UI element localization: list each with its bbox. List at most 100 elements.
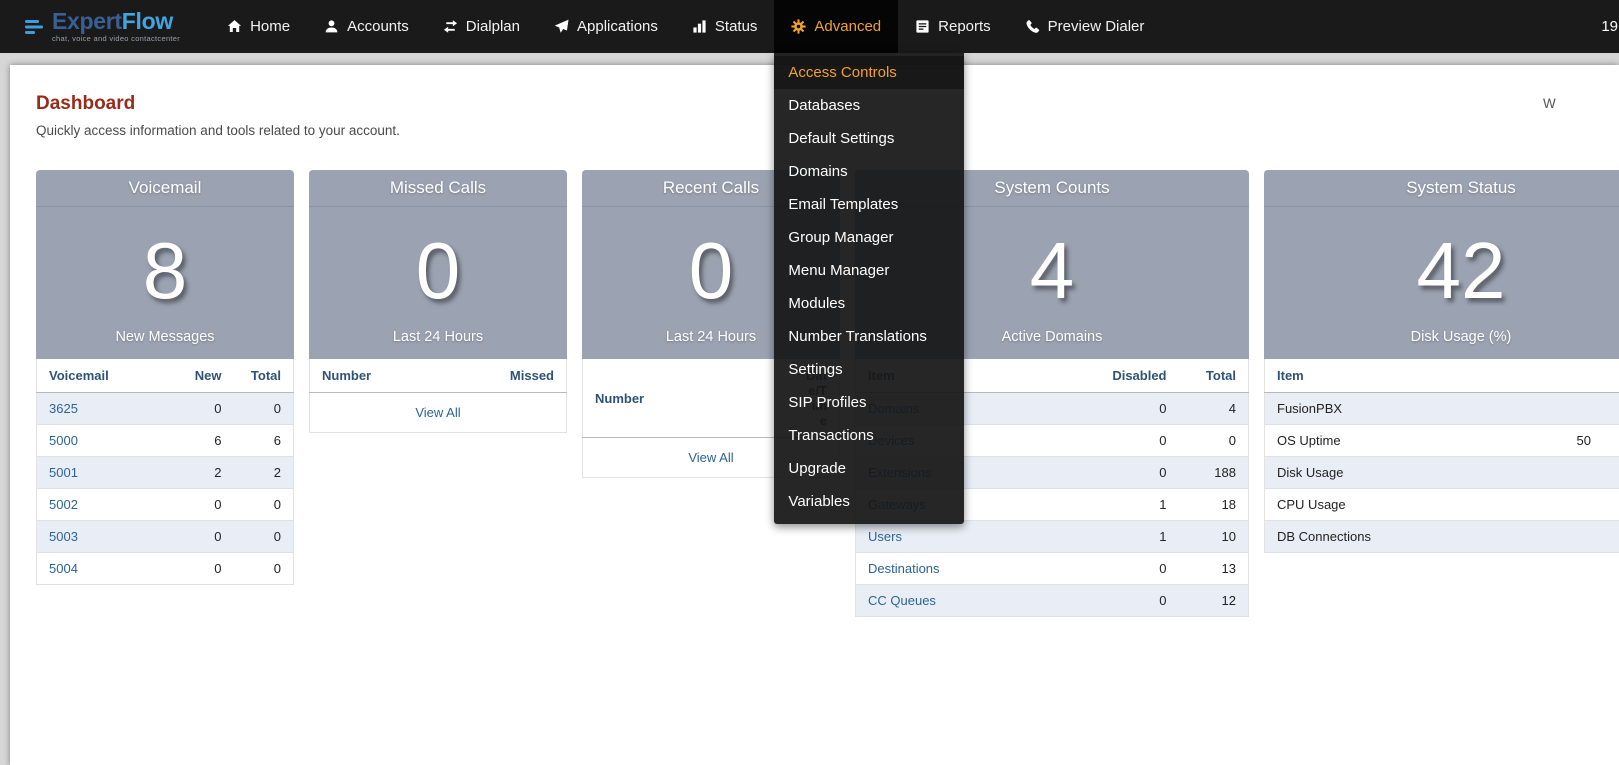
voicemail-table: Voicemail New Total 362500 500066 500122… <box>36 359 294 585</box>
status-item: FusionPBX <box>1265 393 1565 425</box>
voicemail-extension-link[interactable]: 3625 <box>49 401 78 416</box>
count-item-link[interactable]: Users <box>868 529 902 544</box>
table-row: OS Uptime50 <box>1265 425 1619 457</box>
view-all-link[interactable]: View All <box>415 405 460 420</box>
status-item: CPU Usage <box>1265 489 1565 521</box>
menu-item-domains[interactable]: Domains <box>774 155 964 188</box>
cell-total: 188 <box>1179 457 1249 489</box>
menu-item-menu-manager[interactable]: Menu Manager <box>774 254 964 287</box>
status-item: Disk Usage <box>1265 457 1565 489</box>
menu-item-access-controls[interactable]: Access Controls <box>774 56 964 89</box>
col-new: New <box>178 359 234 393</box>
table-row: FusionPBX <box>1265 393 1619 425</box>
nav-label: Status <box>715 18 758 35</box>
transfer-arrows-icon <box>443 19 458 34</box>
menu-item-variables[interactable]: Variables <box>774 485 964 518</box>
voicemail-extension-link[interactable]: 5001 <box>49 465 78 480</box>
welcome-text: W <box>1543 96 1556 111</box>
voicemail-extension-link[interactable]: 5003 <box>49 529 78 544</box>
menu-item-sip-profiles[interactable]: SIP Profiles <box>774 386 964 419</box>
menu-item-databases[interactable]: Databases <box>774 89 964 122</box>
nav-item-applications[interactable]: Applications <box>537 0 675 53</box>
nav-item-home[interactable]: Home <box>210 0 307 53</box>
home-icon <box>227 19 242 34</box>
menu-item-email-templates[interactable]: Email Templates <box>774 188 964 221</box>
cell-total: 0 <box>234 489 294 521</box>
nav-label: Dialplan <box>466 18 520 35</box>
cell-total: 0 <box>234 393 294 425</box>
table-header-row: Item <box>1265 359 1619 393</box>
cell-total: 12 <box>1179 585 1249 617</box>
system-status-stat-label: Disk Usage (%) <box>1264 329 1619 345</box>
cell-disabled: 0 <box>1071 457 1179 489</box>
missed-calls-count: 0 <box>309 215 567 327</box>
paper-plane-icon <box>554 19 569 34</box>
status-value <box>1565 393 1619 425</box>
table-row: 500400 <box>37 553 294 585</box>
phone-icon <box>1025 19 1040 34</box>
nav-label: Advanced <box>814 18 881 35</box>
system-status-table: Item FusionPBX OS Uptime50 Disk Usage CP… <box>1264 359 1619 553</box>
nav-label: Accounts <box>347 18 409 35</box>
col-disabled: Disabled <box>1071 359 1179 393</box>
cell-new: 0 <box>178 521 234 553</box>
nav-label: Reports <box>938 18 991 35</box>
missed-calls-card-title: Missed Calls <box>309 170 567 207</box>
cell-total: 0 <box>234 521 294 553</box>
voicemail-extension-link[interactable]: 5002 <box>49 497 78 512</box>
count-item-link[interactable]: Destinations <box>868 561 940 576</box>
cell-total: 18 <box>1179 489 1249 521</box>
nav-label: Applications <box>577 18 658 35</box>
status-value <box>1565 489 1619 521</box>
col-voicemail: Voicemail <box>37 359 178 393</box>
voicemail-extension-link[interactable]: 5004 <box>49 561 78 576</box>
cell-disabled: 0 <box>1071 425 1179 457</box>
cell-new: 6 <box>178 425 234 457</box>
count-item-link[interactable]: CC Queues <box>868 593 936 608</box>
menu-item-group-manager[interactable]: Group Manager <box>774 221 964 254</box>
menu-item-transactions[interactable]: Transactions <box>774 419 964 452</box>
cell-new: 2 <box>178 457 234 489</box>
missed-calls-table: Number Missed View All <box>309 359 567 433</box>
col-total: Total <box>1179 359 1249 393</box>
user-icon <box>324 19 339 34</box>
nav-item-reports[interactable]: Reports <box>898 0 1008 53</box>
col-number: Number <box>310 359 495 393</box>
nav-item-advanced[interactable]: Advanced Access Controls Databases Defau… <box>774 0 898 53</box>
voicemail-stat-panel: 8 New Messages <box>36 207 294 359</box>
col-number: Number <box>583 359 794 438</box>
advanced-dropdown-menu: Access Controls Databases Default Settin… <box>774 53 964 524</box>
nav-item-dialplan[interactable]: Dialplan <box>426 0 537 53</box>
voicemail-card-title: Voicemail <box>36 170 294 207</box>
status-value: 50 <box>1565 425 1619 457</box>
gear-icon <box>791 19 806 34</box>
menu-item-upgrade[interactable]: Upgrade <box>774 452 964 485</box>
report-book-icon <box>915 19 930 34</box>
disk-usage-count: 42 <box>1264 215 1619 327</box>
menu-item-settings[interactable]: Settings <box>774 353 964 386</box>
cell-new: 0 <box>178 553 234 585</box>
table-row: CC Queues 012 <box>856 585 1249 617</box>
bar-chart-icon <box>692 19 707 34</box>
system-status-stat-panel: 42 Disk Usage (%) <box>1264 207 1619 359</box>
table-row: Destinations013 <box>856 553 1249 585</box>
menu-item-default-settings[interactable]: Default Settings <box>774 122 964 155</box>
voicemail-extension-link[interactable]: 5000 <box>49 433 78 448</box>
status-item: DB Connections <box>1265 521 1565 553</box>
cell-disabled: 0 <box>1071 393 1179 425</box>
table-row: 500122 <box>37 457 294 489</box>
table-header-row: Number Missed <box>310 359 567 393</box>
menu-item-modules[interactable]: Modules <box>774 287 964 320</box>
col-total: Total <box>234 359 294 393</box>
nav-item-preview-dialer[interactable]: Preview Dialer <box>1008 0 1162 53</box>
nav-item-accounts[interactable]: Accounts <box>307 0 426 53</box>
voicemail-stat-label: New Messages <box>36 329 294 345</box>
brand-bars-icon <box>25 19 45 35</box>
nav-item-status[interactable]: Status <box>675 0 775 53</box>
view-all-link[interactable]: View All <box>688 450 733 465</box>
view-all-row: View All <box>310 393 567 433</box>
menu-item-number-translations[interactable]: Number Translations <box>774 320 964 353</box>
col-item: Item <box>1265 359 1565 393</box>
brand-logo[interactable]: ExpertFlow chat, voice and video contact… <box>0 0 180 53</box>
cell-disabled: 0 <box>1071 585 1179 617</box>
